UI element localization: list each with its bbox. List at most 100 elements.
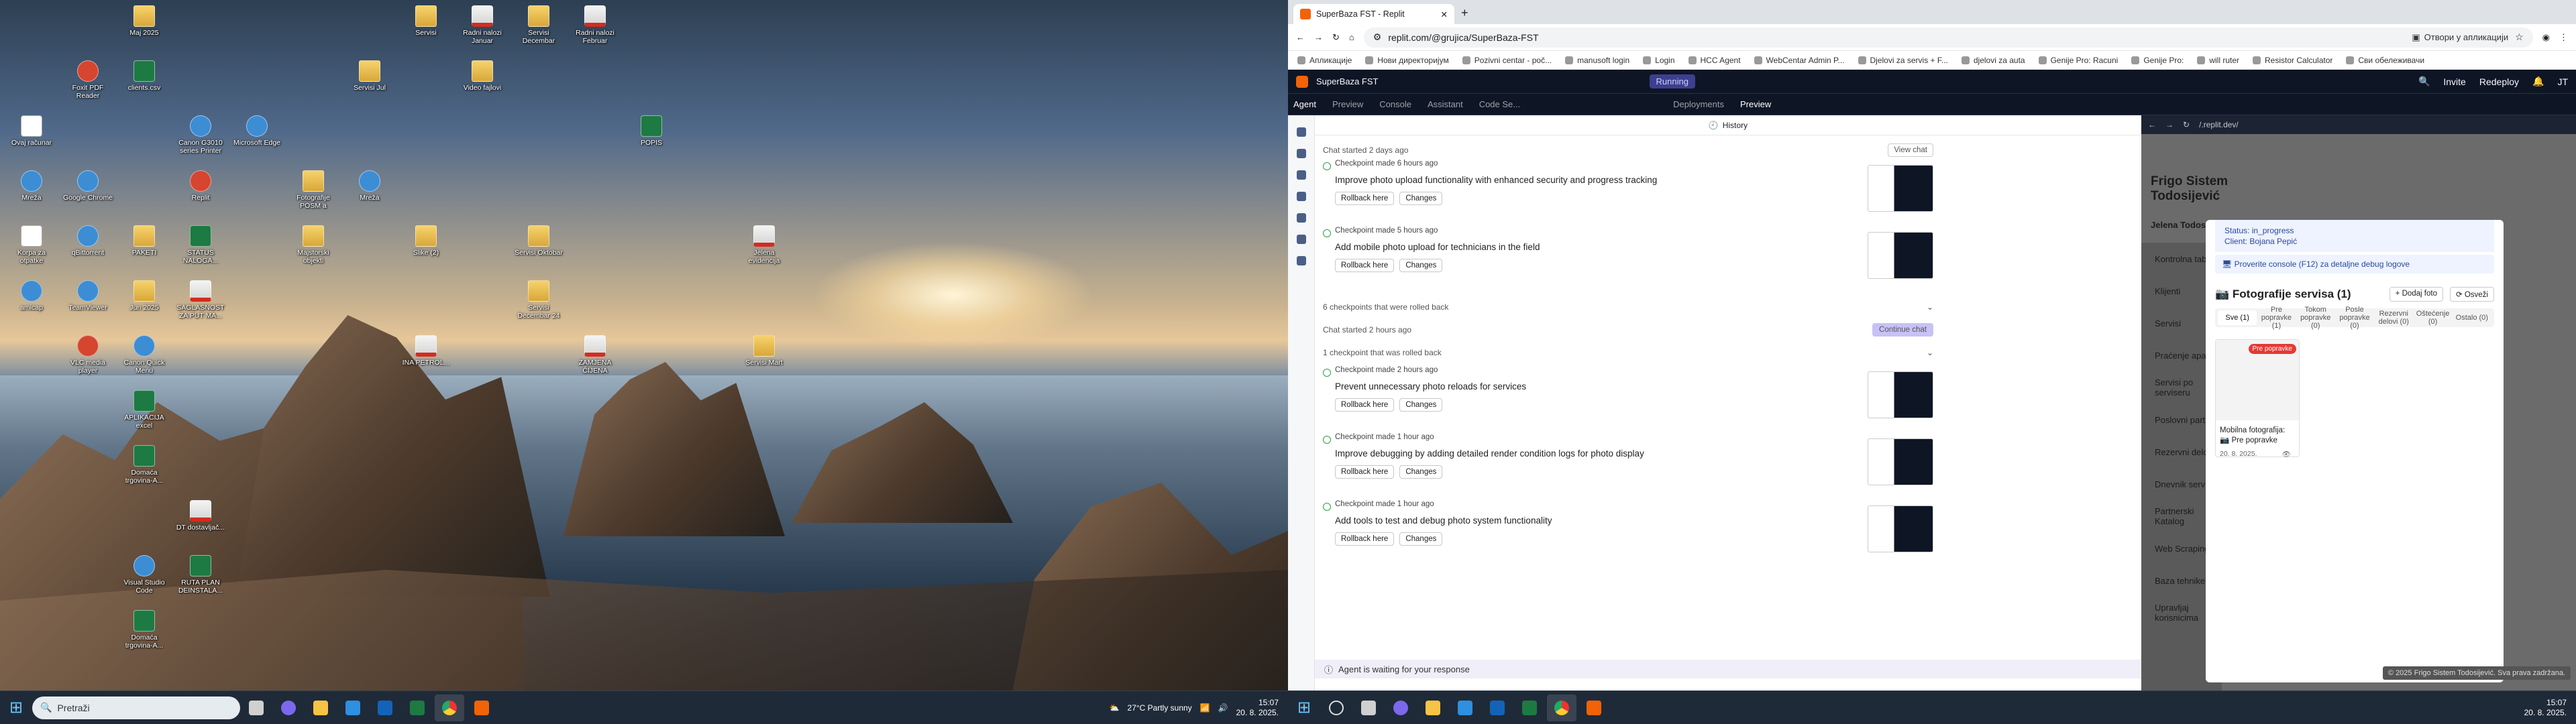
changes-button[interactable]: Changes (1399, 465, 1443, 479)
desktop-icon[interactable]: Canon Quick Menu (118, 335, 170, 375)
desktop-icon[interactable]: Radni nalozi Januar (456, 5, 508, 45)
replit-icon[interactable] (467, 695, 496, 721)
desktop-icon[interactable]: Fotografije POSM a (287, 170, 339, 210)
checkpoint-thumbnail[interactable] (1868, 232, 1933, 279)
chrome-icon[interactable] (1547, 694, 1576, 721)
desktop-icon[interactable]: Ovaj računar (5, 115, 58, 147)
desktop-icon[interactable]: Maj 2025 (118, 5, 170, 37)
browser-tab[interactable]: SuperBaza FST - Replit ✕ (1293, 4, 1454, 24)
close-tab-icon[interactable]: ✕ (1441, 9, 1448, 19)
changes-button[interactable]: Changes (1399, 532, 1443, 546)
desktop-icon[interactable]: Jelena evidencija (738, 225, 790, 265)
photo-filter-tab[interactable]: Ostalo (0) (2453, 310, 2491, 325)
photo-filter-tab[interactable]: Oštećenje (0) (2413, 306, 2452, 329)
desktop-icon[interactable]: qBittorrent (62, 225, 114, 257)
start-button[interactable]: ⊞ (0, 691, 32, 724)
desktop-icon[interactable]: Servisi Jul (343, 60, 396, 92)
replit-icon[interactable] (1579, 695, 1609, 721)
volume-icon[interactable]: 🔊 (1218, 703, 1228, 713)
wifi-icon[interactable]: 📶 (1200, 703, 1210, 713)
bookmark-item[interactable]: djelovi za auta (1962, 56, 2025, 65)
preview-url[interactable]: /.replit.dev/ (2199, 120, 2239, 129)
notifications-icon[interactable]: 🔔 (2532, 76, 2544, 87)
task-view-icon[interactable] (1354, 695, 1383, 721)
view-chat-button[interactable]: View chat (1888, 143, 1933, 157)
photo-card[interactable]: Pre popravke Mobilna fotografija: 📷 Pre … (2215, 339, 2300, 459)
clock[interactable]: 15:07 20. 8. 2025. (2524, 698, 2567, 718)
desktop-icon[interactable]: Servisi Decembar (513, 5, 565, 45)
desktop-icon[interactable]: SAGLASNOST ZA PUT MA... (174, 280, 227, 320)
rolled-back-toggle[interactable]: 6 checkpoints that were rolled back ⌄ (1323, 294, 2135, 320)
desktop-icon[interactable]: Mreža (343, 170, 396, 202)
tab-agent[interactable]: Agent (1293, 99, 1316, 109)
redeploy-button[interactable]: Redeploy (2479, 76, 2519, 87)
desktop-icon[interactable]: DT dostavljač... (174, 500, 227, 532)
start-button[interactable]: ⊞ (1288, 691, 1320, 724)
copilot-icon[interactable] (274, 695, 303, 721)
desktop-icon[interactable]: TeamViewer (62, 280, 114, 312)
desktop-icon[interactable]: Video fajlovi (456, 60, 508, 92)
open-in-app-button[interactable]: ▣ Отвори у апликацији (2412, 32, 2508, 43)
project-name[interactable]: SuperBaza FST (1316, 76, 1379, 86)
changes-button[interactable]: Changes (1399, 259, 1443, 272)
bookmark-item[interactable]: manusoft login (1565, 56, 1629, 65)
home-icon[interactable]: ⌂ (1349, 32, 1354, 42)
clock[interactable]: 15:07 20. 8. 2025. (1236, 698, 1279, 718)
running-status[interactable]: Running (1649, 74, 1695, 88)
bookmark-item[interactable]: Djelovi za servis + F... (1858, 56, 1948, 65)
checkpoint-thumbnail[interactable] (1868, 438, 1933, 485)
changes-button[interactable]: Changes (1399, 398, 1443, 412)
desktop-icon[interactable]: Servisi (400, 5, 452, 37)
file-explorer-icon[interactable] (1418, 695, 1448, 721)
photo-filter-tab[interactable]: Sve (1) (2218, 310, 2257, 325)
task-view-icon[interactable] (241, 695, 271, 721)
desktop-icon[interactable]: Servisi Mart (738, 335, 790, 367)
checkpoint-thumbnail[interactable] (1868, 165, 1933, 212)
desktop-icon[interactable]: STATUS NALOGA... (174, 225, 227, 265)
back-icon[interactable]: ← (2148, 120, 2156, 129)
eye-icon[interactable]: 👁 (2282, 450, 2291, 459)
chrome-icon[interactable] (435, 694, 464, 721)
photo-filter-tab[interactable]: Tokom popravke (0) (2296, 302, 2335, 333)
desktop-icon[interactable]: amicap (5, 280, 58, 312)
tab-assistant[interactable]: Assistant (1428, 99, 1463, 109)
back-icon[interactable]: ← (1296, 32, 1305, 42)
desktop-icon[interactable]: Korpa za otpatke (5, 225, 58, 265)
desktop-icon[interactable]: Majstorski objekti (287, 225, 339, 265)
bookmark-item[interactable]: Pozivni centar - poč... (1462, 56, 1552, 65)
tab-deployments[interactable]: Deployments (1673, 99, 1724, 109)
desktop-icon[interactable]: Foxit PDF Reader (62, 60, 114, 100)
file-explorer-icon[interactable] (306, 695, 335, 721)
desktop-icon[interactable]: Visual Studio Code (118, 555, 170, 595)
new-tab-icon[interactable]: + (1457, 6, 1468, 24)
bookmark-item[interactable]: Genije Pro: Racuni (2039, 56, 2118, 65)
bookmark-item[interactable]: HCC Agent (1688, 56, 1741, 65)
search-icon[interactable] (1322, 695, 1351, 721)
forward-icon[interactable]: → (1314, 32, 1323, 42)
desktop-icon[interactable]: clients.csv (118, 60, 170, 92)
tab-preview[interactable]: Preview (1740, 99, 1771, 109)
store-icon[interactable] (1450, 695, 1480, 721)
search-icon[interactable]: 🔍 (2418, 76, 2430, 87)
replit-logo-icon[interactable] (1296, 75, 1308, 88)
desktop-icon[interactable]: PAKETI (118, 225, 170, 257)
desktop-icon[interactable]: Google Chrome (62, 170, 114, 202)
bookmark-item[interactable]: Нови директоријум (1365, 56, 1448, 65)
desktop-icon[interactable]: RUTA PLAN DEINSTALA... (174, 555, 227, 595)
desktop-icon[interactable]: APLIKACIJA excel (118, 390, 170, 430)
history-header[interactable]: 🕘 History (1315, 115, 2141, 135)
taskbar-search[interactable]: 🔍 Pretraži (32, 696, 240, 719)
reload-icon[interactable]: ↻ (1332, 32, 1340, 43)
address-bar[interactable]: ⚙ replit.com/@grujica/SuperBaza-FST ▣ От… (1363, 27, 2533, 48)
desktop-icon[interactable]: Jun 2025 (118, 280, 170, 312)
outlook-icon[interactable] (370, 695, 400, 721)
desktop-icon[interactable]: Microsoft Edge (231, 115, 283, 147)
desktop-icon[interactable]: Radni nalozi Februar (569, 5, 621, 45)
avatar[interactable]: JT (2557, 76, 2568, 87)
checkpoint-thumbnail[interactable] (1868, 505, 1933, 552)
tab-preview[interactable]: Preview (1332, 99, 1363, 109)
outlook-icon[interactable] (1483, 695, 1512, 721)
desktop-icon[interactable]: Domaća trgovina-A... (118, 445, 170, 485)
photo-filter-tab[interactable]: Rezervni delovi (0) (2374, 306, 2413, 329)
bookmark-item[interactable]: Сви обележивачи (2346, 56, 2424, 65)
